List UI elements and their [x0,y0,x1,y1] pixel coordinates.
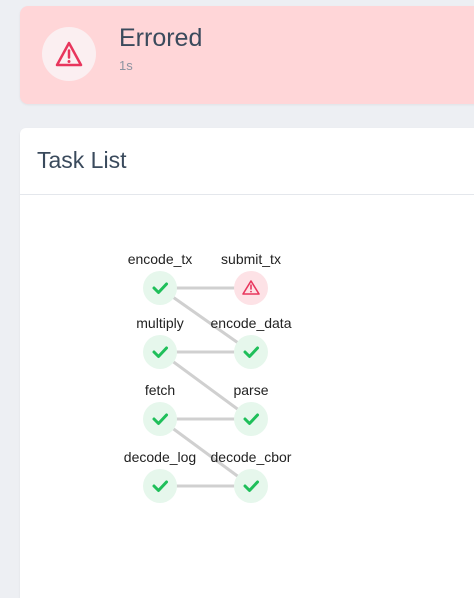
task-dag-graph: encode_tx submit_tx multiply encode_datafet… [124,251,292,503]
task-node-multiply[interactable]: multiply [136,315,184,369]
task-label-fetch: fetch [145,382,175,398]
task-node-decode_cbor[interactable]: decode_cbor [211,449,292,503]
status-duration: 1s [119,58,133,73]
task-node-parse[interactable]: parse [233,382,269,436]
status-card: Errored 1s [20,6,474,104]
status-title: Errored [119,24,203,52]
task-node-fetch[interactable]: fetch [143,382,177,436]
task-node-decode_log[interactable]: decode_log [124,449,196,503]
task-node-circle[interactable] [143,469,177,503]
task-node-encode_tx[interactable]: encode_tx [128,251,193,305]
task-list-card: Task List encode_tx submit_tx multiply enco… [20,128,474,598]
task-node-circle[interactable] [234,469,268,503]
task-label-submit_tx: submit_tx [221,251,281,267]
task-node-encode_data[interactable]: encode_data [211,315,292,369]
task-node-circle[interactable] [143,402,177,436]
task-node-circle[interactable] [234,402,268,436]
task-label-encode_tx: encode_tx [128,251,193,267]
task-label-encode_data: encode_data [211,315,292,331]
task-label-decode_cbor: decode_cbor [211,449,292,465]
task-label-parse: parse [233,382,268,398]
task-node-submit_tx[interactable]: submit_tx [221,251,281,305]
task-node-circle[interactable] [143,335,177,369]
task-node-circle[interactable] [234,335,268,369]
task-label-multiply: multiply [136,315,183,331]
warning-triangle-icon [42,27,96,81]
task-node-circle[interactable] [143,271,177,305]
task-label-decode_log: decode_log [124,449,196,465]
